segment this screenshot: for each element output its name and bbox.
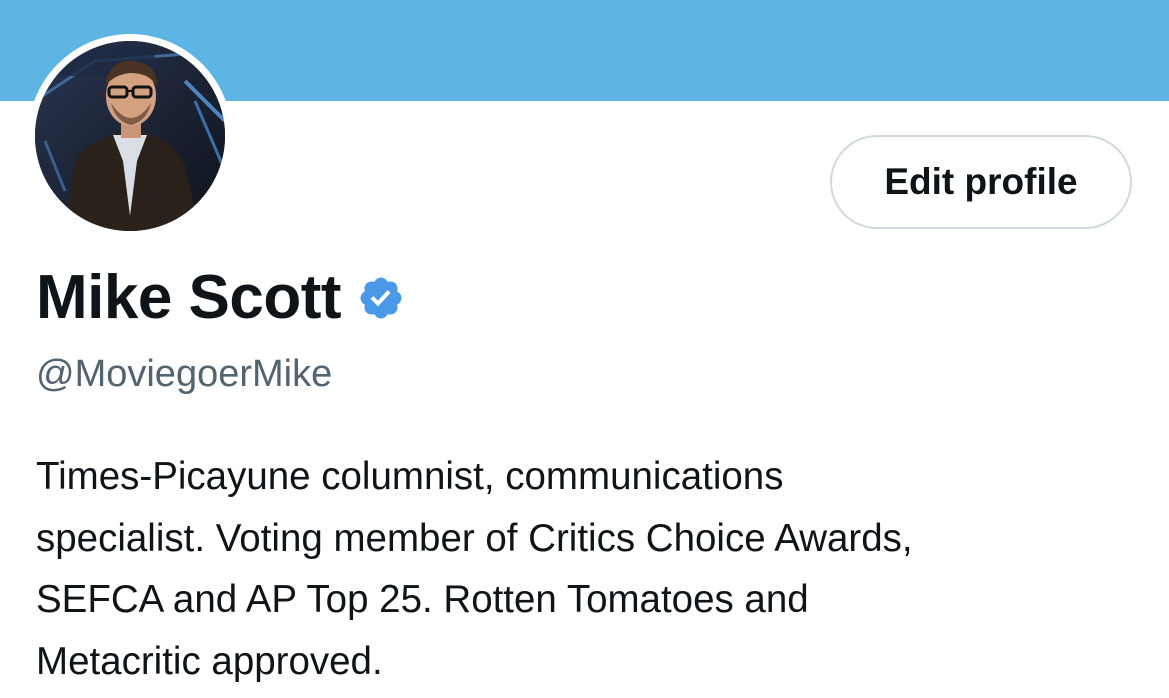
- profile-bio: Times-Picayune columnist, communications…: [36, 446, 1136, 692]
- bio-line: SEFCA and AP Top 25. Rotten Tomatoes and: [36, 578, 809, 621]
- display-name: Mike Scott: [36, 263, 342, 332]
- verified-badge-icon[interactable]: [357, 274, 405, 322]
- profile-page: Edit profile Mike Scott @MoviegoerMike T…: [0, 0, 1169, 698]
- avatar-photo-icon: [35, 41, 225, 231]
- bio-line: Times-Picayune columnist, communications: [36, 455, 784, 498]
- user-handle: @MoviegoerMike: [36, 353, 333, 395]
- avatar[interactable]: [35, 41, 225, 231]
- edit-profile-button[interactable]: Edit profile: [830, 135, 1132, 229]
- bio-line: Metacritic approved.: [36, 639, 383, 683]
- bio-line: specialist. Voting member of Critics Cho…: [36, 516, 913, 560]
- name-row: Mike Scott: [36, 262, 405, 334]
